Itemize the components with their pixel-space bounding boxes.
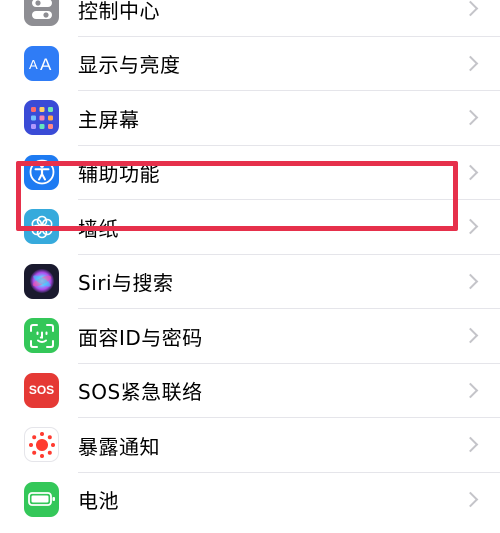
settings-row-label: 控制中心 [78,0,160,23]
siri-icon [24,263,59,299]
settings-row-label: 暴露通知 [78,434,160,459]
sos-icon-text: SOS [28,383,55,397]
battery-icon [24,481,59,517]
chevron-right-icon [462,491,479,508]
settings-row-label: 显示与亮度 [78,53,181,78]
settings-row-home-screen[interactable]: 主屏幕 [0,91,500,146]
exposure-notification-icon [24,427,59,462]
settings-row-label: 电池 [78,489,119,514]
settings-row-control-center[interactable]: 控制中心 [0,0,500,37]
control-center-icon [24,0,59,26]
settings-row-label: 面容ID与密码 [78,325,203,350]
chevron-right-icon [462,109,479,126]
settings-row-face-id[interactable]: 面容ID与密码 [0,309,500,364]
settings-row-label: 主屏幕 [78,107,140,132]
chevron-right-icon [462,55,479,72]
settings-row-display-brightness[interactable]: A A 显示与亮度 [0,37,500,91]
chevron-right-icon [462,164,479,181]
settings-row-wallpaper[interactable]: 墙纸 [0,200,500,255]
emergency-sos-icon: SOS [24,372,59,408]
settings-list: 控制中心 A A 显示与亮度 主屏幕 辅助功能 墙纸 Siri与搜索 面容ID与… [0,0,500,527]
display-brightness-icon: A A [24,45,59,81]
settings-row-accessibility[interactable]: 辅助功能 [0,146,500,200]
home-screen-icon [24,100,59,135]
chevron-right-icon [462,382,479,399]
chevron-right-icon [462,436,479,453]
wallpaper-icon [24,209,59,244]
settings-row-siri-search[interactable]: Siri与搜索 [0,255,500,309]
settings-row-label: SOS紧急联络 [78,380,203,405]
settings-row-label: Siri与搜索 [78,271,174,296]
settings-row-label: 辅助功能 [78,162,160,187]
chevron-right-icon [462,273,479,290]
face-id-icon [24,318,59,353]
settings-row-exposure-notifications[interactable]: 暴露通知 [0,418,500,473]
svg-text:A: A [40,55,52,73]
chevron-right-icon [462,0,479,17]
settings-row-label: 墙纸 [78,216,119,241]
accessibility-icon [24,154,59,190]
chevron-right-icon [462,327,479,344]
settings-row-emergency-sos[interactable]: SOS SOS紧急联络 [0,364,500,418]
chevron-right-icon [462,218,479,235]
svg-text:A: A [29,57,38,72]
settings-row-battery[interactable]: 电池 [0,473,500,528]
